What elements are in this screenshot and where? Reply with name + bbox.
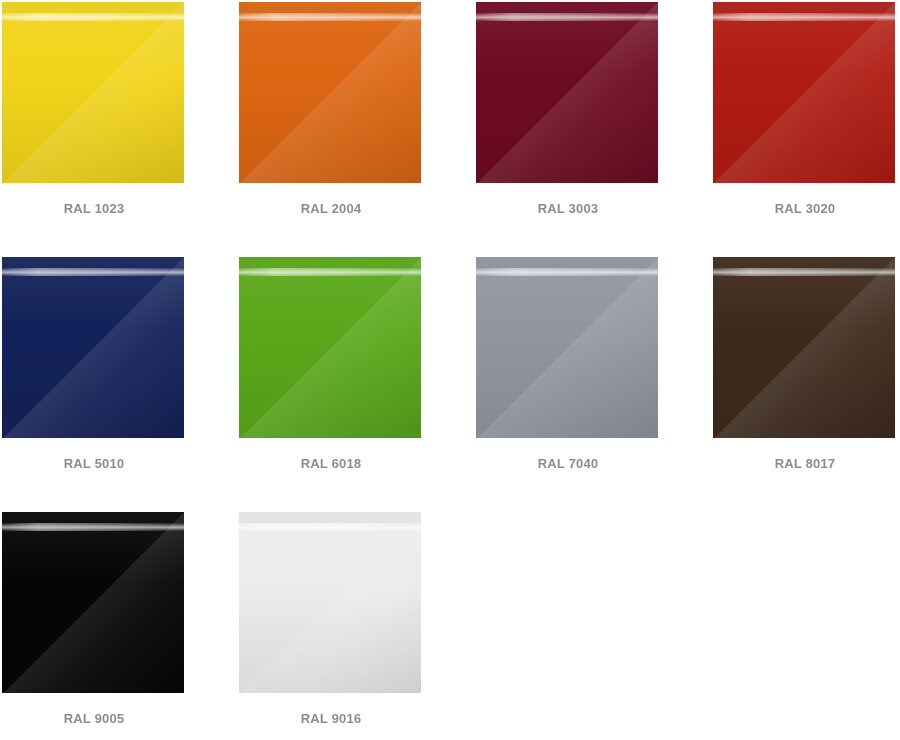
swatch-label: RAL 6018 xyxy=(300,456,362,471)
color-swatch-grid: RAL 1023 RAL 2004 RAL 3003 RAL 3020 RAL … xyxy=(0,0,900,731)
swatch-ral-9005[interactable]: RAL 9005 xyxy=(0,510,184,740)
swatch-ral-2004[interactable]: RAL 2004 xyxy=(237,0,421,230)
swatch-label: RAL 8017 xyxy=(774,456,836,471)
swatch-color xyxy=(239,2,421,183)
swatch-label: RAL 9016 xyxy=(300,711,362,726)
swatch-ral-9016[interactable]: RAL 9016 xyxy=(237,510,421,740)
swatch-ral-6018[interactable]: RAL 6018 xyxy=(237,255,421,485)
swatch-color xyxy=(239,257,421,438)
swatch-color xyxy=(476,257,658,438)
swatch-label: RAL 9005 xyxy=(63,711,125,726)
swatch-color xyxy=(713,2,895,183)
swatch-label: RAL 2004 xyxy=(300,201,362,216)
swatch-label: RAL 3020 xyxy=(774,201,836,216)
swatch-color xyxy=(713,257,895,438)
swatch-ral-1023[interactable]: RAL 1023 xyxy=(0,0,184,230)
swatch-color xyxy=(239,512,421,693)
swatch-color xyxy=(2,512,184,693)
swatch-ral-7040[interactable]: RAL 7040 xyxy=(474,255,658,485)
swatch-label: RAL 5010 xyxy=(63,456,125,471)
swatch-color xyxy=(2,2,184,183)
swatch-color xyxy=(476,2,658,183)
swatch-label: RAL 1023 xyxy=(63,201,125,216)
swatch-ral-3020[interactable]: RAL 3020 xyxy=(711,0,895,230)
swatch-ral-3003[interactable]: RAL 3003 xyxy=(474,0,658,230)
swatch-ral-8017[interactable]: RAL 8017 xyxy=(711,255,895,485)
swatch-color xyxy=(2,257,184,438)
swatch-ral-5010[interactable]: RAL 5010 xyxy=(0,255,184,485)
swatch-label: RAL 7040 xyxy=(537,456,599,471)
swatch-label: RAL 3003 xyxy=(537,201,599,216)
